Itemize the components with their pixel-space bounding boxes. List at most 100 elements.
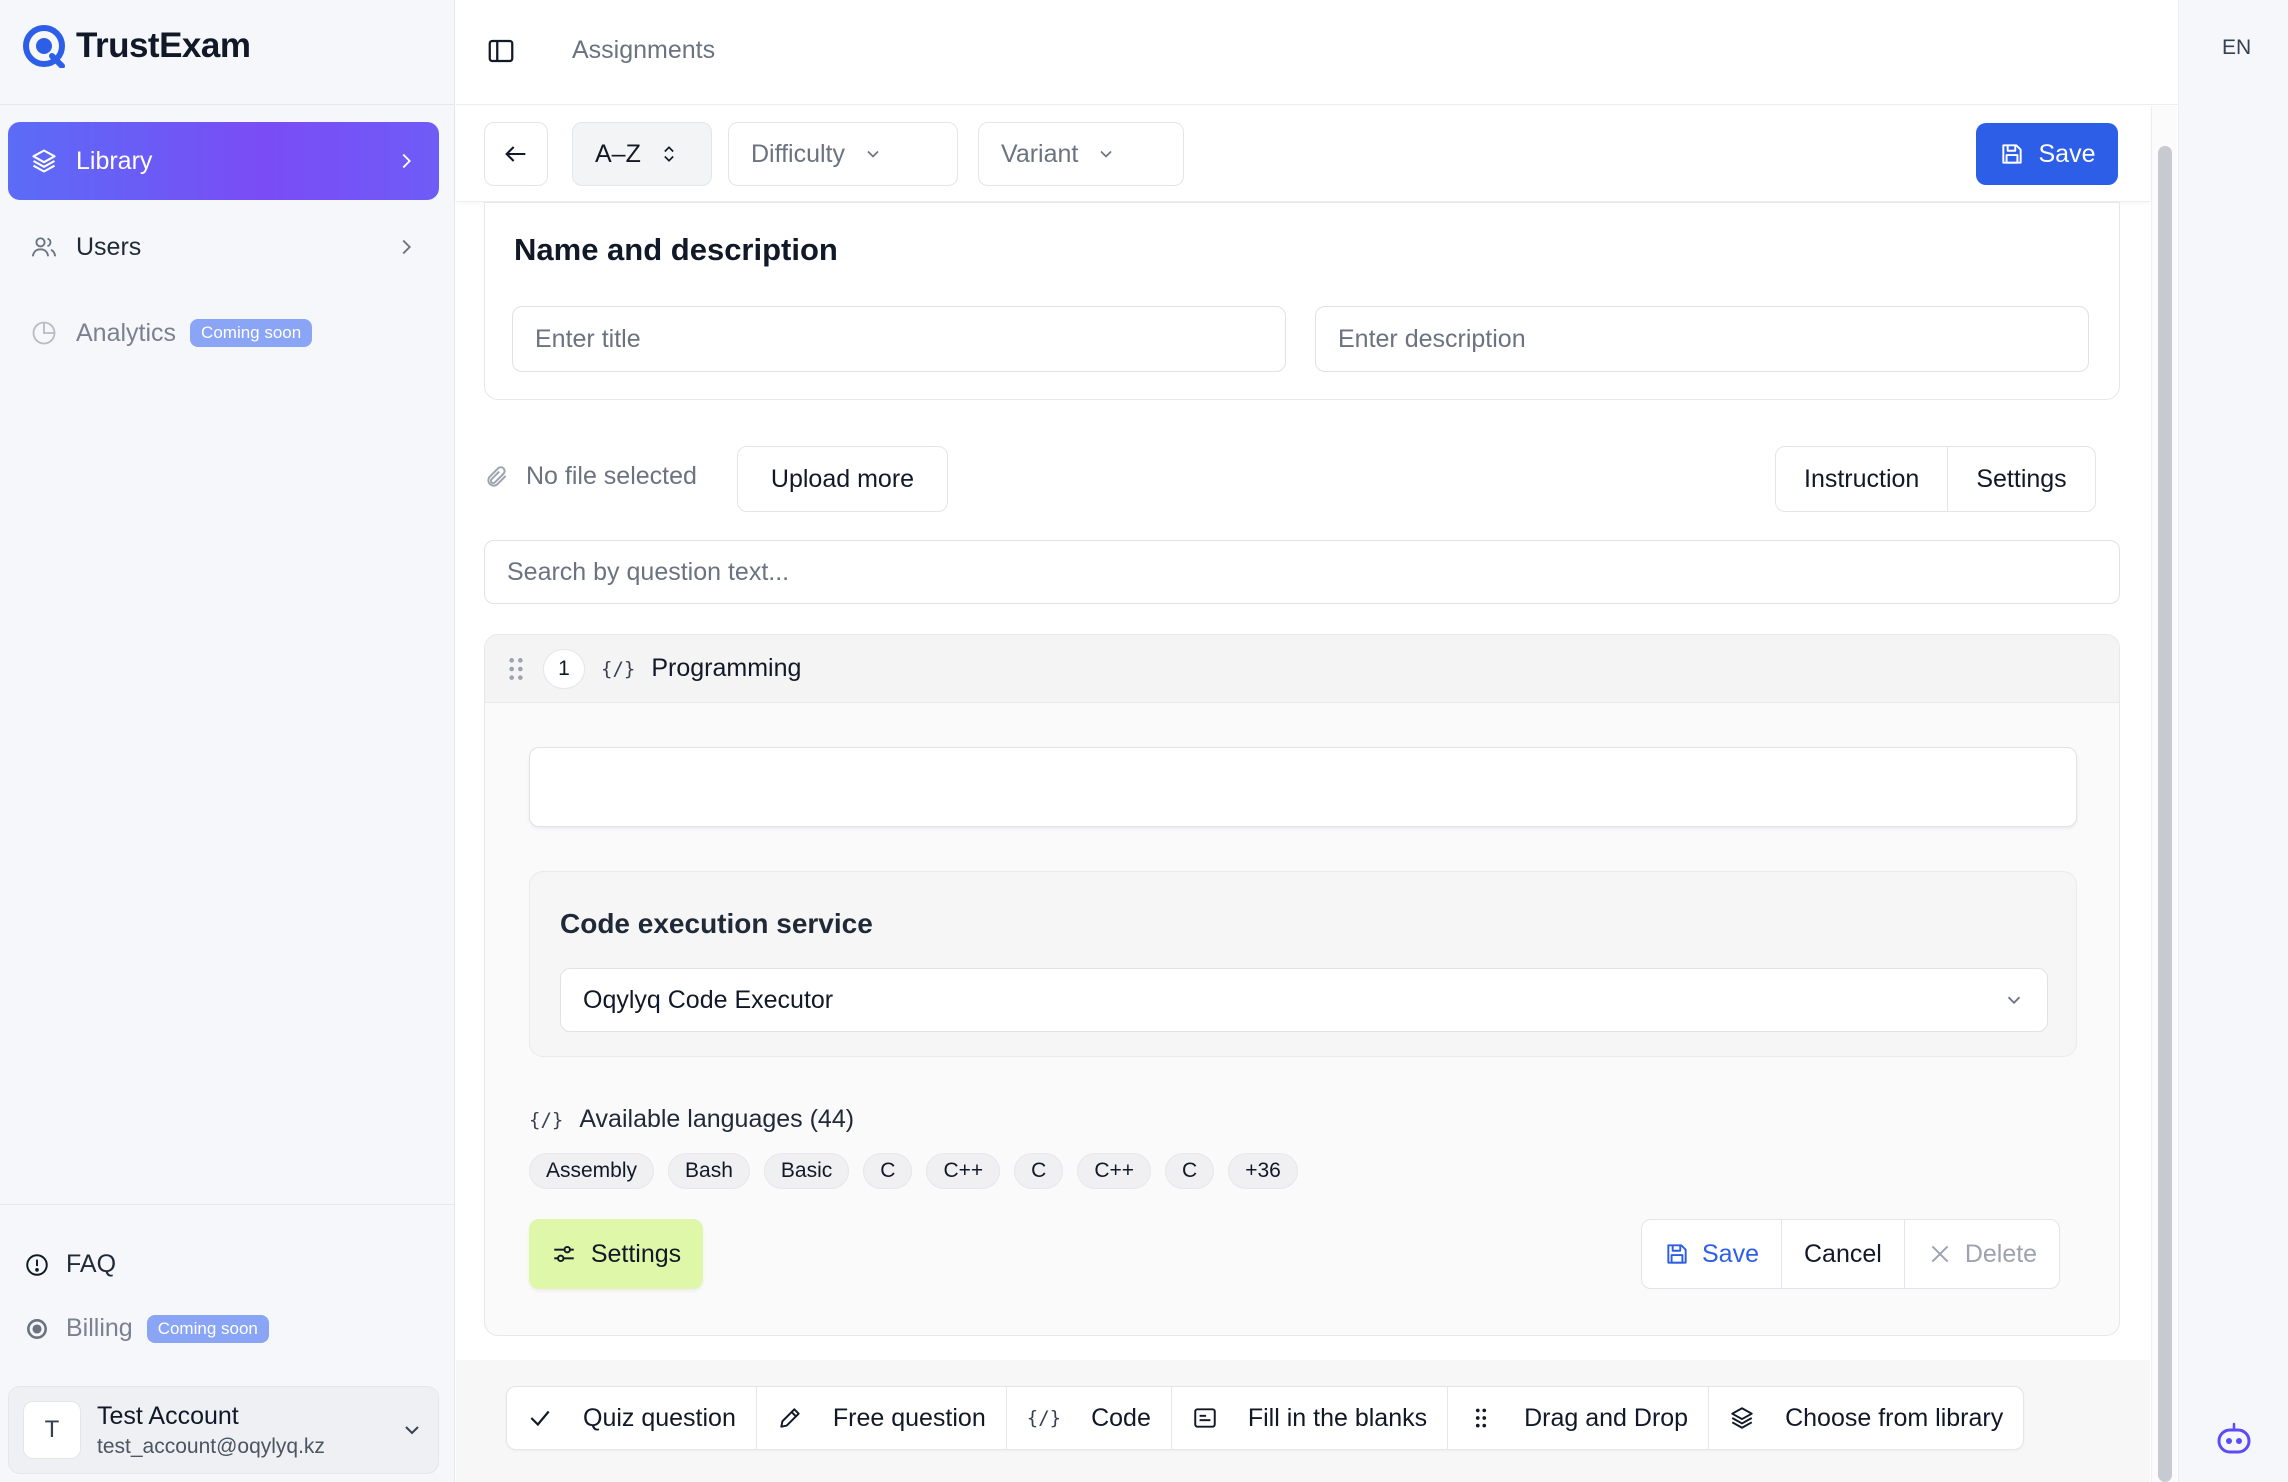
description-input[interactable]: Enter description (1315, 306, 2089, 372)
question-search-input[interactable]: Search by question text... (484, 540, 2120, 604)
chevron-down-icon (1100, 150, 1112, 158)
upload-more-button[interactable]: Upload more (737, 446, 948, 512)
sidebar-item-label: Analytics (76, 318, 177, 347)
paperclip-icon (487, 465, 507, 487)
sidebar-item-faq[interactable]: FAQ (24, 1250, 116, 1279)
difficulty-label: Difficulty (751, 139, 846, 168)
choose-from-library-button[interactable]: Choose from library (1708, 1387, 2023, 1449)
question-type: Programming (651, 654, 802, 682)
back-button[interactable] (484, 122, 548, 186)
account-name: Test Account (97, 1401, 239, 1430)
add-button-label: Free question (832, 1403, 986, 1432)
logo[interactable]: TrustExam (22, 24, 251, 68)
sidebar: TrustExam Library Users Analytics Coming… (0, 0, 455, 1482)
scrollbar-thumb[interactable] (2158, 146, 2172, 1482)
language-chip: C (1165, 1153, 1215, 1189)
add-fill-blanks-button[interactable]: Fill in the blanks (1170, 1387, 1447, 1449)
question-header[interactable]: 1 {/} Programming (485, 635, 2119, 703)
sort-button[interactable]: A–Z (572, 122, 712, 186)
layers-icon (32, 149, 56, 173)
question-settings-button[interactable]: Settings (529, 1219, 703, 1289)
question-save-button[interactable]: Save (1642, 1220, 1781, 1288)
sidebar-item-analytics: Analytics Coming soon (8, 294, 439, 372)
language-chip: C (863, 1153, 913, 1189)
add-button-label: Drag and Drop (1524, 1403, 1689, 1432)
variant-label: Variant (1001, 139, 1079, 168)
add-button-label: Fill in the blanks (1247, 1403, 1428, 1432)
pie-chart-icon (32, 321, 56, 345)
language-chip: C++ (1077, 1153, 1152, 1189)
text-box-icon (1194, 1408, 1216, 1428)
topbar: Assignments (456, 0, 2178, 105)
assistant-bot-icon[interactable] (2214, 1420, 2254, 1460)
sort-icon (664, 146, 674, 162)
sort-label: A–Z (595, 139, 641, 168)
execution-service-select[interactable]: Oqylyq Code Executor (560, 968, 2048, 1032)
title-input[interactable]: Enter title (512, 306, 1286, 372)
question-cancel-button[interactable]: Cancel (1780, 1220, 1904, 1288)
language-chip: Bash (668, 1153, 750, 1189)
question-text-editor[interactable] (529, 747, 2077, 827)
toolbar: A–Z Difficulty Variant (456, 106, 2150, 202)
arrow-left-icon (505, 146, 526, 162)
add-button-label: Code (1091, 1403, 1151, 1432)
language-switcher[interactable]: EN (2222, 36, 2251, 60)
drag-handle-icon[interactable] (505, 656, 527, 682)
language-chip: C++ (926, 1153, 1001, 1189)
code-execution-panel: Code execution service Oqylyq Code Execu… (529, 871, 2077, 1057)
add-code-button[interactable]: {/} Code (1005, 1387, 1171, 1449)
code-icon: {/} (1026, 1407, 1062, 1429)
pencil-icon (780, 1408, 800, 1428)
billing-icon (27, 1318, 47, 1339)
add-question-bar: Quiz question Free question {/} Code Fil… (506, 1386, 2025, 1450)
save-label: Save (1702, 1239, 1759, 1268)
sidebar-item-label: Library (76, 146, 153, 175)
add-button-label: Choose from library (1785, 1403, 2004, 1432)
code-icon: {/} (529, 1108, 564, 1131)
sidebar-item-users[interactable]: Users (8, 208, 439, 286)
chevron-down-icon (2007, 996, 2021, 1005)
file-status: No file selected (484, 462, 697, 491)
settings-label: Settings (590, 1239, 682, 1268)
file-status-text: No file selected (526, 462, 697, 490)
chevron-right-icon (402, 153, 411, 169)
layers-icon (1731, 1407, 1753, 1429)
code-icon: {/} (601, 657, 636, 680)
question-delete-button[interactable]: Delete (1903, 1220, 2059, 1288)
alert-circle-icon (26, 1253, 48, 1276)
save-button[interactable]: Save (1976, 123, 2118, 185)
trustexam-logo-icon (23, 25, 65, 68)
instruction-button[interactable]: Instruction (1776, 447, 1947, 511)
delete-label: Delete (1964, 1239, 2038, 1268)
language-chip: C (1014, 1153, 1064, 1189)
sliders-icon (554, 1245, 574, 1263)
avatar: T (23, 1401, 81, 1459)
save-label: Save (2038, 139, 2096, 168)
sidebar-toggle-icon[interactable] (486, 36, 516, 66)
save-icon (2001, 144, 2022, 164)
variant-select[interactable]: Variant (978, 122, 1184, 186)
breadcrumb[interactable]: Assignments (572, 36, 715, 65)
question-card: 1 {/} Programming Code execution service… (484, 634, 2120, 1336)
languages-heading: {/} Available languages (44) (529, 1105, 854, 1134)
account-email: test_account@oqylyq.kz (97, 1434, 325, 1458)
sidebar-item-library[interactable]: Library (8, 122, 439, 200)
language-chip: Assembly (529, 1153, 655, 1189)
add-drag-drop-button[interactable]: Drag and Drop (1447, 1387, 1708, 1449)
add-quiz-question-button[interactable]: Quiz question (507, 1387, 756, 1449)
add-free-question-button[interactable]: Free question (755, 1387, 1006, 1449)
account-info: Test Account test_account@oqylyq.kz (97, 1402, 400, 1459)
difficulty-select[interactable]: Difficulty (728, 122, 958, 186)
cancel-label: Cancel (1803, 1239, 1882, 1268)
more-languages-chip[interactable]: +36 (1228, 1153, 1298, 1189)
save-icon (1667, 1244, 1687, 1264)
language-chip: Basic (763, 1153, 850, 1189)
languages-heading-text: Available languages (44) (579, 1105, 855, 1133)
account-switcher[interactable]: T Test Account test_account@oqylyq.kz (8, 1386, 439, 1474)
settings-button[interactable]: Settings (1947, 447, 2094, 511)
close-icon (1931, 1245, 1949, 1263)
section-title: Name and description (514, 232, 838, 267)
chevron-right-icon (402, 239, 411, 255)
add-button-label: Quiz question (583, 1403, 736, 1432)
coming-soon-badge: Coming soon (146, 1314, 269, 1343)
